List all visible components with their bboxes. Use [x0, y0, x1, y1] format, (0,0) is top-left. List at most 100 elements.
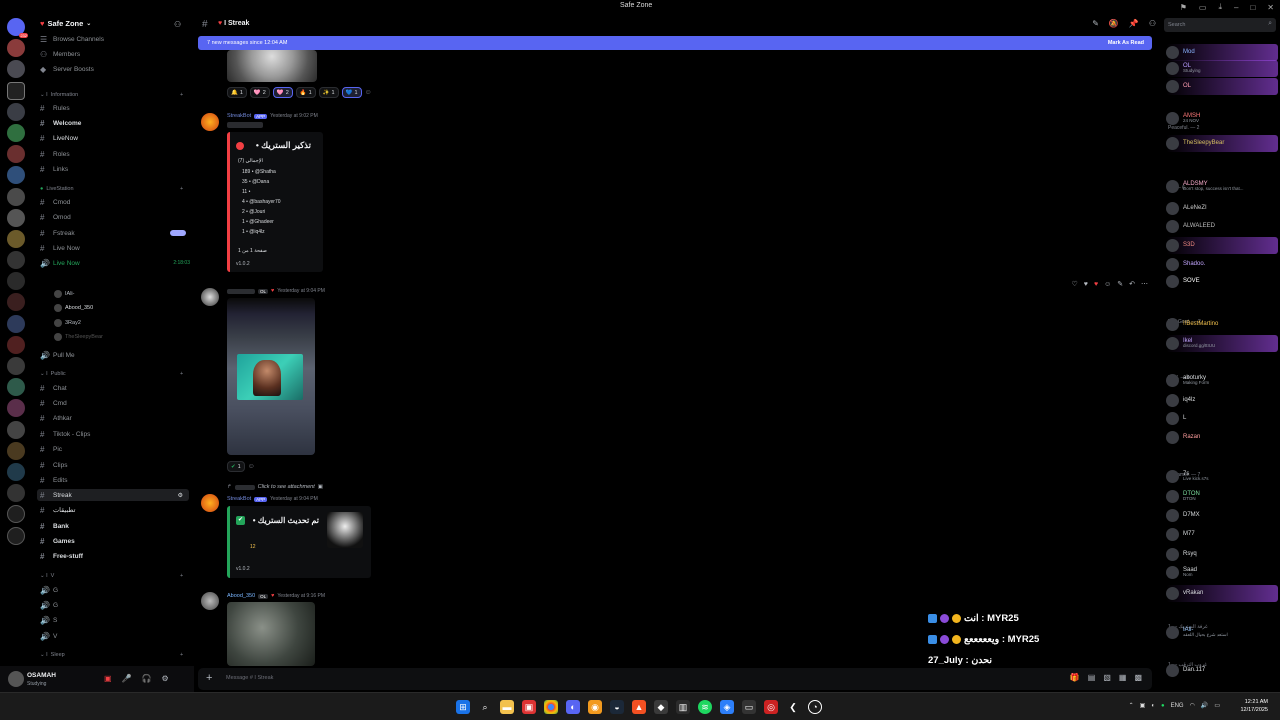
channel-bank[interactable]: # Bank: [40, 520, 69, 532]
heart-outline-icon[interactable]: ♡: [1072, 280, 1078, 288]
voice-user[interactable]: TheSleepyBear: [54, 333, 103, 341]
channel-edits[interactable]: # Edits: [40, 474, 67, 486]
discover-icon[interactable]: [7, 526, 25, 545]
member-item[interactable]: ALWALEED: [1166, 218, 1278, 235]
member-item[interactable]: vRakan: [1166, 585, 1278, 602]
close-icon[interactable]: ✕: [1267, 3, 1274, 12]
member-item[interactable]: Razan: [1166, 429, 1278, 446]
screenshot-image[interactable]: [227, 298, 315, 455]
channel-tiktok[interactable]: # Tiktok - Clips: [40, 428, 90, 440]
member-item[interactable]: TheSleepyBear: [1166, 135, 1278, 152]
add-reaction-icon[interactable]: ☺: [365, 89, 372, 96]
member-item[interactable]: Dan.117: [1166, 662, 1278, 679]
member-item[interactable]: Rsyq: [1166, 546, 1278, 563]
members-link[interactable]: ⚇ Members: [40, 48, 80, 60]
message-image[interactable]: [227, 50, 317, 82]
plus-icon[interactable]: +: [206, 672, 212, 684]
channel-livenow[interactable]: # LiveNow: [40, 132, 78, 144]
server-icon[interactable]: [7, 145, 25, 164]
browse-channels[interactable]: ☰ Browse Channels: [40, 33, 104, 45]
channel-live-now[interactable]: # Live Now: [40, 242, 80, 254]
server-icon[interactable]: [7, 123, 25, 142]
server-icon-active[interactable]: [7, 81, 25, 100]
spotify-icon[interactable]: ≋: [698, 700, 712, 714]
server-icon[interactable]: [7, 399, 25, 418]
server-icon[interactable]: [7, 208, 25, 227]
channel-fstreak[interactable]: # Fstreak: [40, 227, 75, 239]
minimize-icon[interactable]: –: [1234, 3, 1238, 12]
threads-icon[interactable]: ✎: [1092, 19, 1099, 28]
mark-as-read-button[interactable]: Mark As Read: [1108, 40, 1144, 46]
search-input[interactable]: Search ⌕: [1164, 18, 1276, 32]
server-boosts-link[interactable]: ◆ Server Boosts: [40, 63, 94, 75]
member-item[interactable]: Shadoo.: [1166, 256, 1278, 273]
app-icon[interactable]: ◎: [764, 700, 778, 714]
server-icon[interactable]: [7, 462, 25, 481]
tray-app-icon[interactable]: ◐: [1151, 703, 1155, 709]
member-item[interactable]: L: [1166, 410, 1278, 427]
server-icon[interactable]: [7, 335, 25, 354]
user-avatar[interactable]: [201, 288, 219, 306]
channel-cmod[interactable]: # Cmod: [40, 196, 70, 208]
server-icon[interactable]: [7, 102, 25, 121]
emoji-icon[interactable]: ▩: [1134, 673, 1142, 682]
thumbnail-image[interactable]: [327, 512, 363, 548]
steam-icon[interactable]: ◒: [610, 700, 624, 714]
server-icon[interactable]: [7, 272, 25, 291]
voice-user[interactable]: 3Ray2: [54, 319, 81, 327]
pin-icon[interactable]: 📌: [1129, 19, 1139, 28]
member-item[interactable]: OL Studying: [1166, 60, 1278, 77]
search-icon[interactable]: ⌕: [478, 700, 492, 714]
chrome-icon[interactable]: [544, 700, 558, 714]
server-icon[interactable]: [7, 187, 25, 206]
server-icon[interactable]: [7, 166, 25, 185]
microphone-icon[interactable]: 🎤: [122, 674, 132, 683]
emoji-icon[interactable]: ☺: [1104, 281, 1111, 288]
reaction[interactable]: 🩷 2: [249, 87, 270, 98]
reply-preview[interactable]: ↱ Click to see attachment ▣: [227, 484, 323, 490]
category-information[interactable]: ⌄ I Information +: [40, 92, 192, 98]
channel-games[interactable]: # Games: [40, 535, 75, 547]
sticker-icon[interactable]: ▧: [1103, 673, 1111, 682]
member-item[interactable]: S3D: [1166, 237, 1278, 254]
server-icon[interactable]: [7, 441, 25, 460]
headphones-icon[interactable]: 🎧: [142, 674, 152, 683]
category-v[interactable]: ⌄ I V +: [40, 573, 192, 579]
app-icon[interactable]: ▲: [632, 700, 646, 714]
category-sleep[interactable]: ⌄ I Sleep +: [40, 652, 192, 658]
category-livestation[interactable]: ● LiveStation +: [40, 186, 192, 192]
heart-icon[interactable]: ♥: [1084, 281, 1088, 288]
member-item[interactable]: D7MX: [1166, 507, 1278, 524]
bot-avatar[interactable]: [201, 494, 219, 512]
gift-icon[interactable]: 🎁: [1070, 673, 1080, 682]
wifi-icon[interactable]: ◠: [1190, 702, 1195, 709]
settings-icon[interactable]: ⚙: [178, 492, 183, 499]
gif-icon[interactable]: ▤: [1088, 673, 1096, 682]
voice-user[interactable]: IAli-: [54, 290, 74, 298]
channel-pic[interactable]: # Pic: [40, 443, 62, 455]
channel-streak[interactable]: # Streak ⚙: [37, 489, 189, 501]
channel-roles[interactable]: # Roles: [40, 148, 70, 160]
channel-welcome[interactable]: # Welcome: [40, 117, 81, 129]
channel-rules[interactable]: # Rules: [40, 102, 70, 114]
member-item[interactable]: Saad Nom: [1166, 564, 1278, 581]
server-icon[interactable]: [7, 378, 25, 397]
maximize-icon[interactable]: □: [1250, 3, 1255, 12]
category-public[interactable]: ⌄ I Public +: [40, 371, 192, 377]
screen-icon[interactable]: ▭: [1199, 3, 1207, 12]
battery-icon[interactable]: ▭: [1214, 702, 1220, 709]
voice-channel-pull-me[interactable]: 🔊 Pull Me: [40, 349, 75, 361]
server-icon[interactable]: [7, 293, 25, 312]
more-icon[interactable]: ⋯: [1141, 280, 1148, 288]
reaction[interactable]: 🔥 1: [295, 87, 316, 98]
member-item[interactable]: AMSH 24 NOV: [1166, 110, 1278, 127]
member-item[interactable]: !!BestMartino: [1166, 316, 1278, 333]
server-icon[interactable]: [7, 60, 25, 79]
user-avatar[interactable]: [8, 671, 24, 687]
clock[interactable]: 12:21 AM 12/17/2025: [1240, 698, 1268, 715]
add-reaction-icon[interactable]: ☺: [248, 463, 255, 470]
server-icon-home[interactable]: 232: [7, 18, 28, 38]
add-channel-icon[interactable]: +: [180, 652, 183, 658]
game-icon[interactable]: ▣: [104, 674, 112, 683]
member-item[interactable]: Ikel discord.gg/ttIUU: [1166, 335, 1278, 352]
